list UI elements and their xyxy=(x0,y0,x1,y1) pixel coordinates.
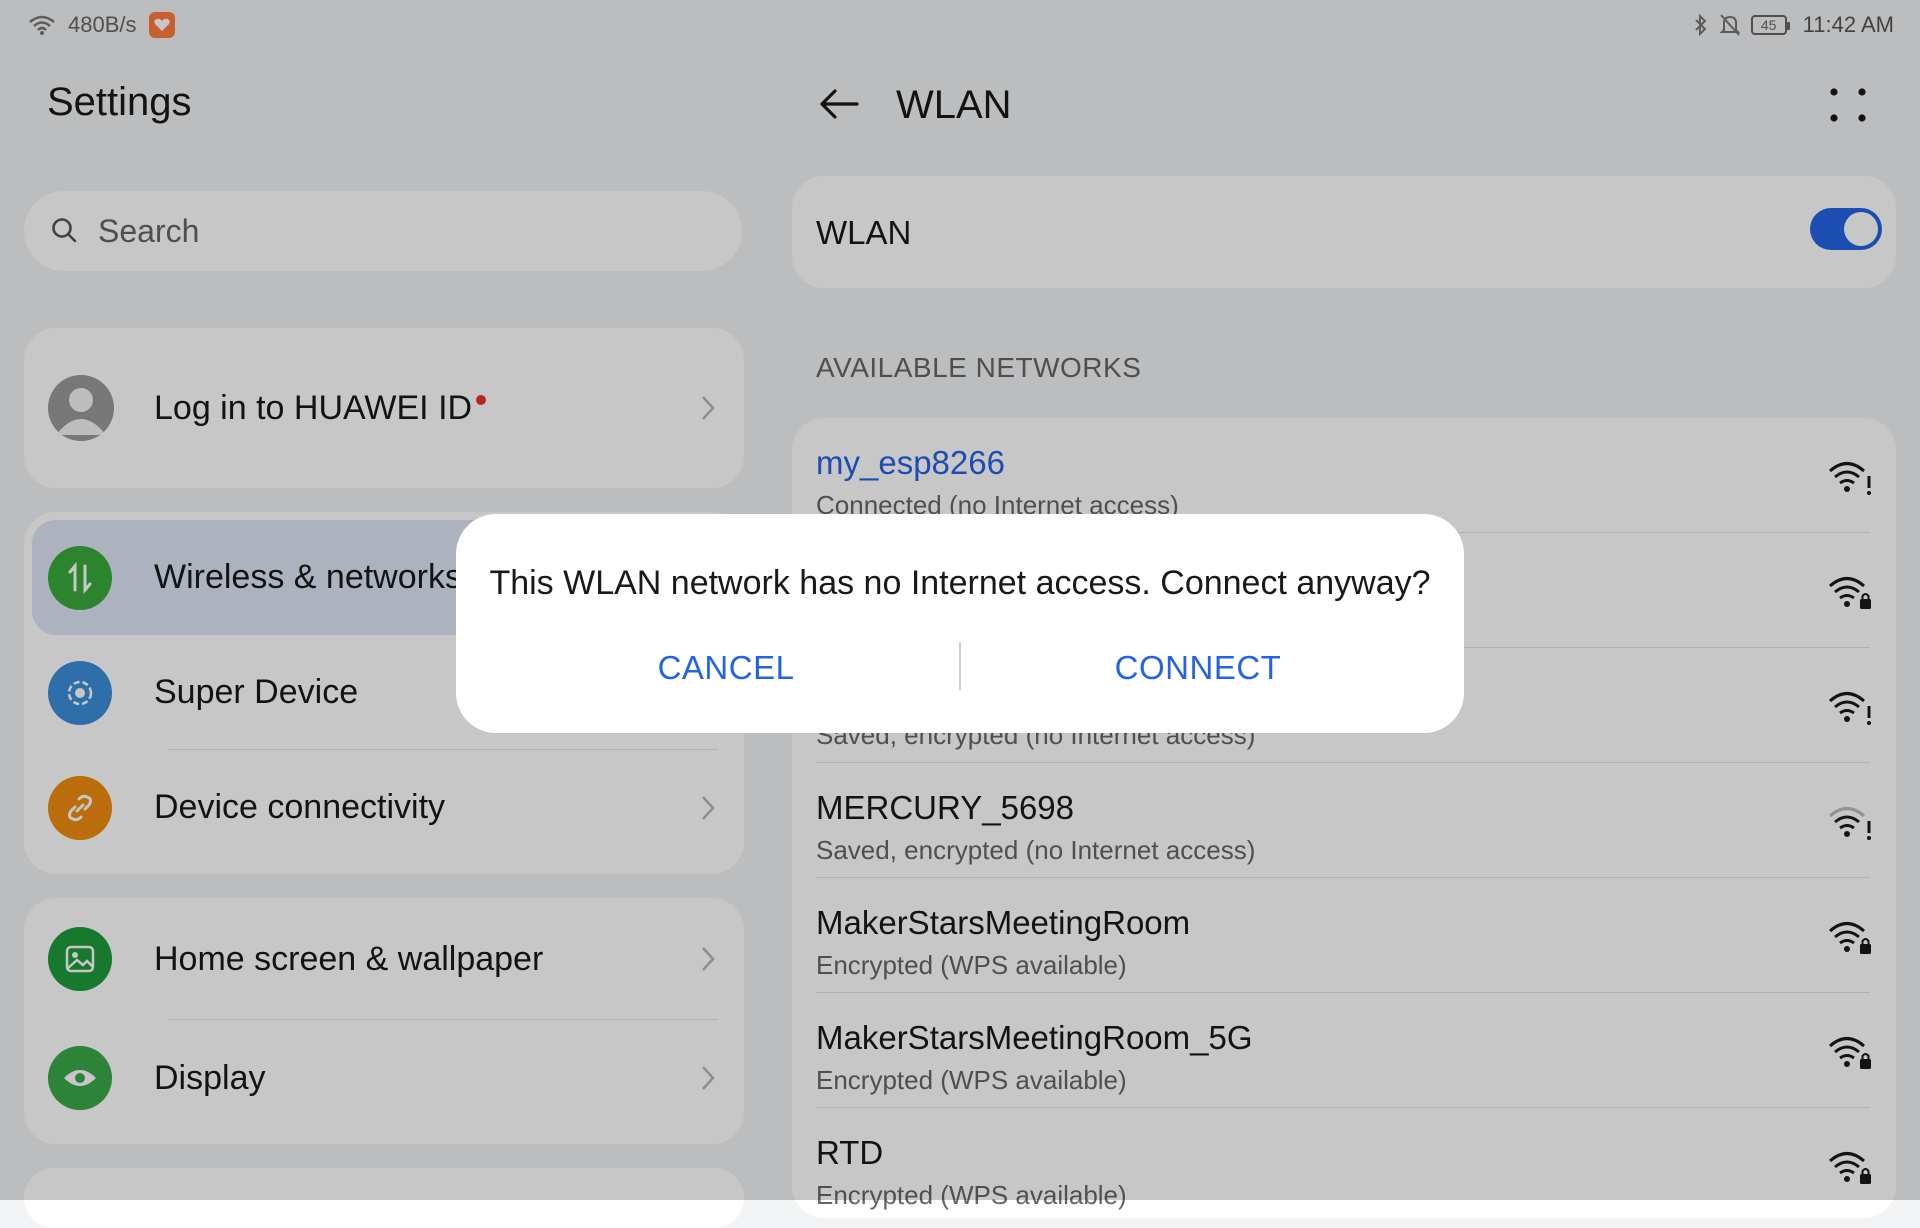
connect-button[interactable]: CONNECT xyxy=(1048,640,1348,696)
button-separator xyxy=(959,642,961,690)
cancel-button[interactable]: CANCEL xyxy=(576,640,876,696)
no-internet-dialog: This WLAN network has no Internet access… xyxy=(456,514,1464,733)
dialog-message: This WLAN network has no Internet access… xyxy=(489,564,1431,602)
